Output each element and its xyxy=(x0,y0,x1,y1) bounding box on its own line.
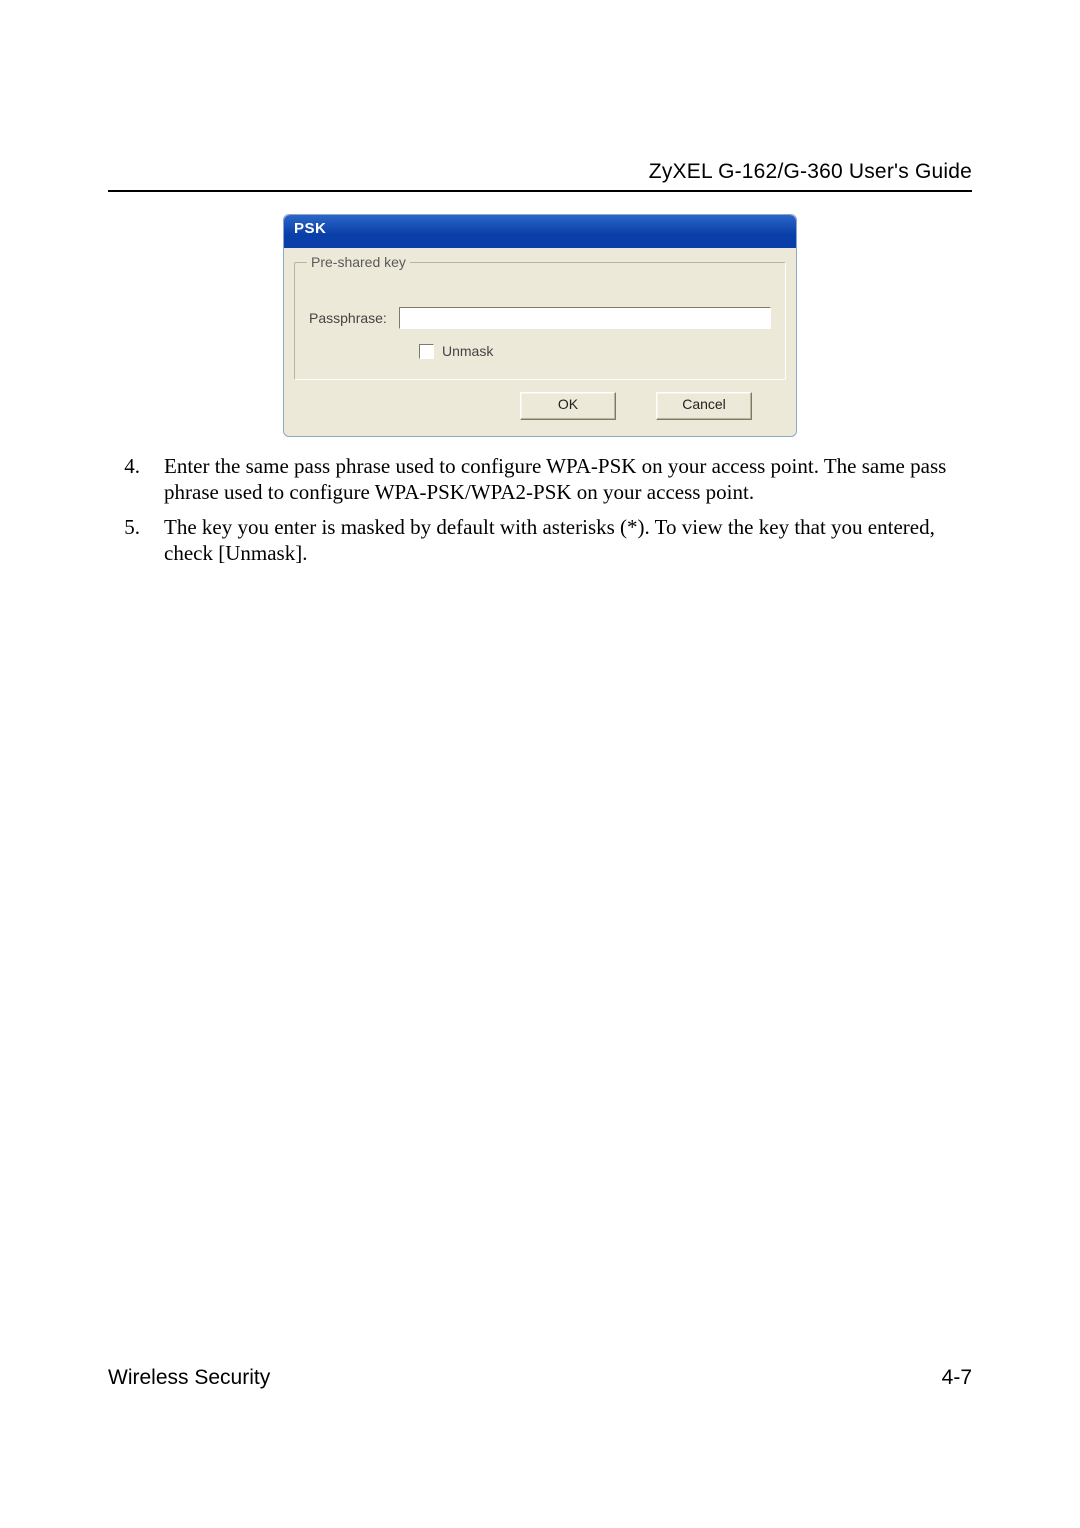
unmask-checkbox[interactable] xyxy=(419,344,434,359)
header-rule xyxy=(108,190,972,192)
list-item-number: 4. xyxy=(108,453,140,506)
footer-page-number: 4-7 xyxy=(942,1366,972,1390)
page-footer: Wireless Security 4-7 xyxy=(108,1366,972,1390)
passphrase-label: Passphrase: xyxy=(309,310,399,326)
page-header: ZyXEL G-162/G-360 User's Guide xyxy=(108,160,972,184)
list-item-text: The key you enter is masked by default w… xyxy=(164,514,972,567)
instruction-list: 4. Enter the same pass phrase used to co… xyxy=(108,453,972,566)
dialog-title: PSK xyxy=(294,220,326,237)
group-legend: Pre-shared key xyxy=(307,254,410,270)
cancel-button[interactable]: Cancel xyxy=(656,392,752,420)
psk-dialog: PSK Pre-shared key Passphrase: Unmask OK… xyxy=(283,214,797,437)
passphrase-input[interactable] xyxy=(399,307,771,329)
unmask-row: Unmask xyxy=(419,343,771,359)
dialog-client-area: Pre-shared key Passphrase: Unmask OK Can… xyxy=(284,248,796,436)
preshared-key-group: Pre-shared key Passphrase: Unmask xyxy=(294,262,786,380)
passphrase-row: Passphrase: xyxy=(309,307,771,329)
list-item: 5. The key you enter is masked by defaul… xyxy=(108,514,972,567)
dialog-titlebar: PSK xyxy=(284,215,796,248)
list-item: 4. Enter the same pass phrase used to co… xyxy=(108,453,972,506)
footer-section: Wireless Security xyxy=(108,1366,270,1390)
unmask-label: Unmask xyxy=(442,343,493,359)
list-item-text: Enter the same pass phrase used to confi… xyxy=(164,453,972,506)
ok-button[interactable]: OK xyxy=(520,392,616,420)
dialog-button-row: OK Cancel xyxy=(294,380,786,426)
list-item-number: 5. xyxy=(108,514,140,567)
